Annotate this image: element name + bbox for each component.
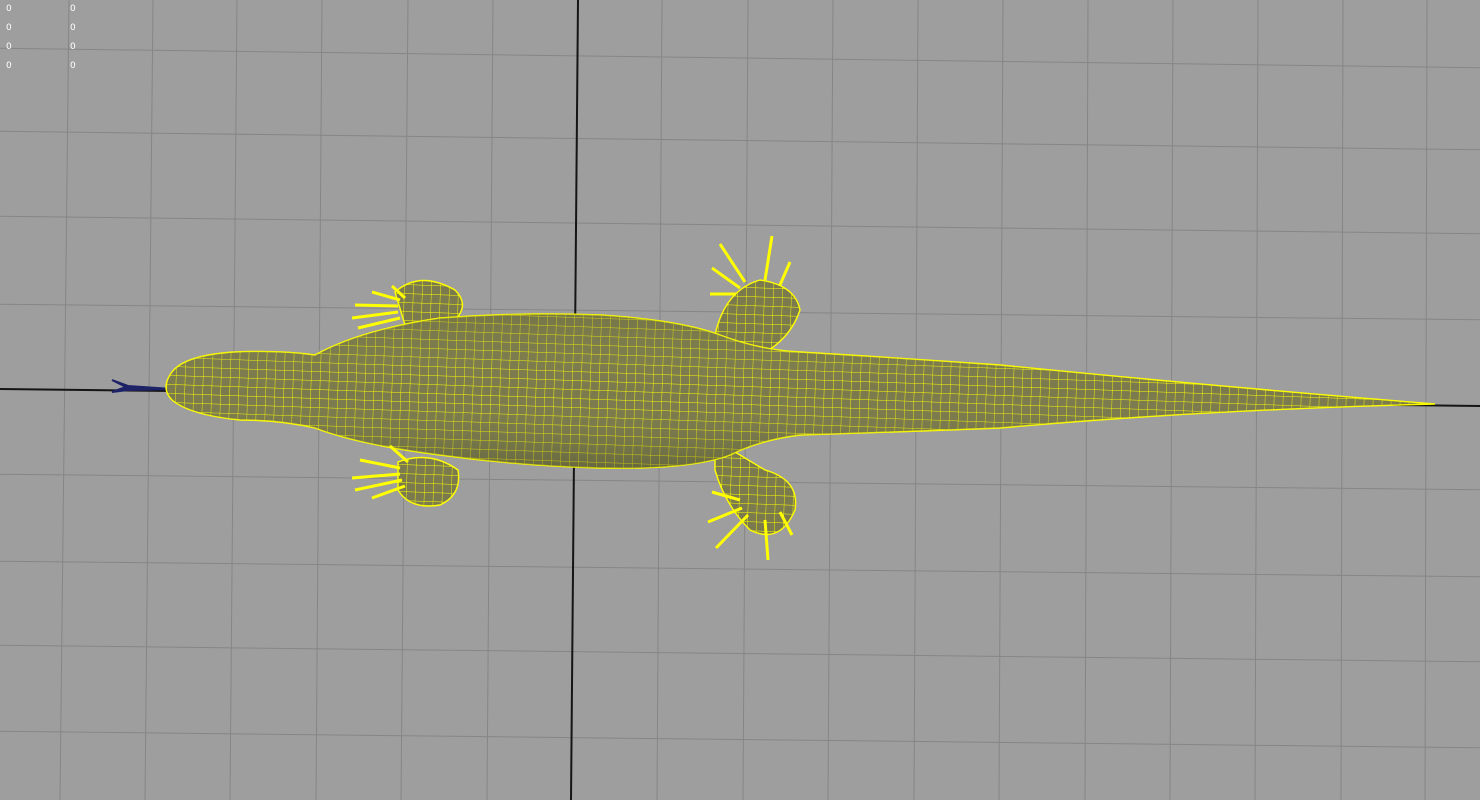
- hud-stat-value: 0: [6, 23, 12, 33]
- hud-stat-value: 0: [70, 42, 76, 52]
- hud-stats: 0 0 0 0 0 0 0 0: [6, 0, 90, 76]
- lizard-mesh[interactable]: [165, 235, 1436, 561]
- tongue: [111, 379, 173, 393]
- hud-stat-value: 0: [6, 61, 12, 71]
- hud-stat-value: 0: [70, 23, 76, 33]
- hud-stat-row: 0 0: [6, 19, 90, 38]
- hud-stat-row: 0 0: [6, 57, 90, 76]
- viewport-scene[interactable]: [0, 0, 1480, 800]
- hud-stat-row: 0 0: [6, 38, 90, 57]
- hud-stat-value: 0: [70, 61, 76, 71]
- hud-stat-value: 0: [6, 4, 12, 14]
- hud-stat-value: 0: [6, 42, 12, 52]
- hud-stat-value: 0: [70, 4, 76, 14]
- 3d-viewport[interactable]: 0 0 0 0 0 0 0 0: [0, 0, 1480, 800]
- hud-stat-row: 0 0: [6, 0, 90, 19]
